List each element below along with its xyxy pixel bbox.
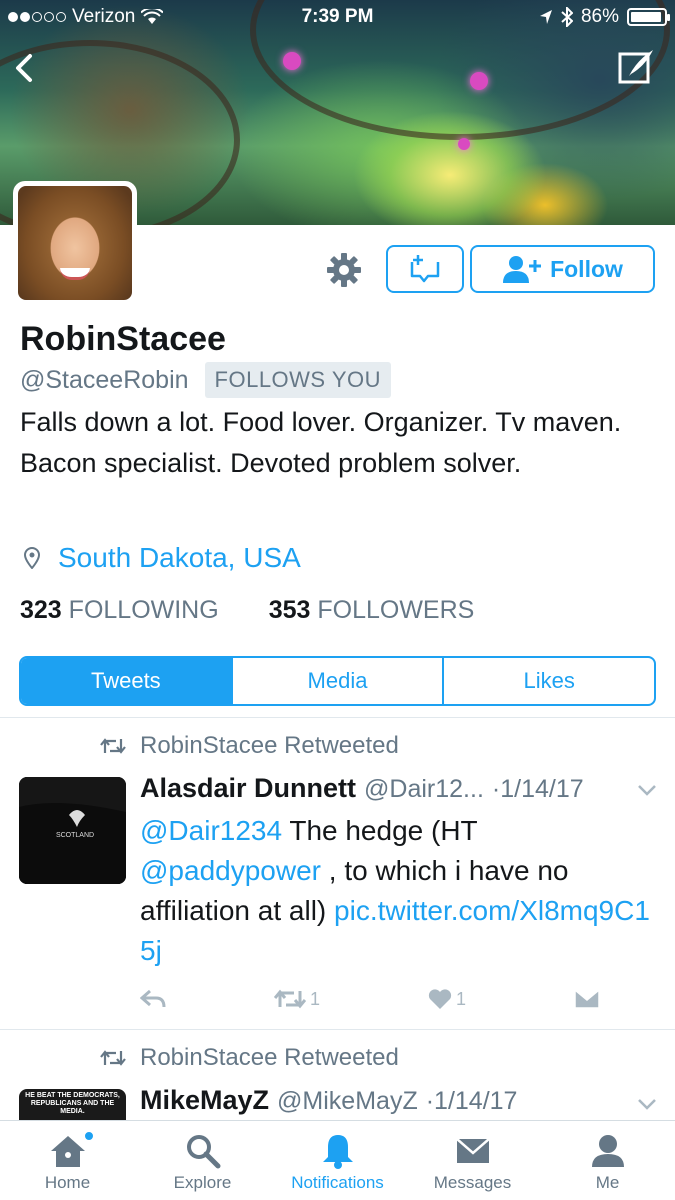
follow-button[interactable]: Follow xyxy=(470,245,655,293)
retweet-icon xyxy=(273,989,306,1009)
chevron-down-icon[interactable] xyxy=(637,1098,657,1110)
follow-button-label: Follow xyxy=(550,255,623,282)
scotland-crest-icon: SCOTLAND xyxy=(19,777,126,884)
status-bar: Verizon 7:39 PM 86% xyxy=(0,0,675,34)
bottom-tab-bar: Home Explore Notifications Messages Me xyxy=(0,1120,675,1200)
chevron-down-icon[interactable] xyxy=(637,784,657,796)
tabbar-home-label: Home xyxy=(44,1173,91,1192)
tabbar-home[interactable]: Home xyxy=(0,1121,135,1200)
banner-decoration xyxy=(283,52,301,70)
tabbar-notifications-label: Notifications xyxy=(291,1173,384,1192)
followers-label: FOLLOWERS xyxy=(317,596,475,624)
followers-stat[interactable]: 353 FOLLOWERS xyxy=(269,596,475,625)
add-user-icon xyxy=(503,256,542,283)
tweet[interactable]: RobinStacee Retweeted HE BEAT THE DEMOCR… xyxy=(0,1030,675,1120)
tweet-avatar[interactable]: HE BEAT THE DEMOCRATS, REPUBLICANS AND T… xyxy=(19,1089,126,1120)
tweet-author-handle[interactable]: @Dair12... xyxy=(364,775,484,804)
envelope-icon xyxy=(455,1138,490,1163)
retweet-icon xyxy=(100,1050,126,1066)
user-handle: @StaceeRobin xyxy=(20,365,189,394)
settings-button[interactable] xyxy=(324,250,364,290)
tweet-avatar[interactable]: SCOTLAND xyxy=(19,777,126,884)
location-link[interactable]: South Dakota, USA xyxy=(58,542,301,574)
display-name: RobinStacee xyxy=(20,320,226,358)
location-row: South Dakota, USA xyxy=(24,542,301,574)
direct-message-button[interactable] xyxy=(386,245,464,293)
envelope-icon xyxy=(574,989,600,1009)
tweet-text: @Dair1234 The hedge (HT @paddypower , to… xyxy=(140,811,660,971)
tab-tweets[interactable]: Tweets xyxy=(21,658,231,704)
tabbar-notifications[interactable]: Notifications xyxy=(270,1121,405,1200)
avatar-caption: SCOTLAND xyxy=(56,832,94,839)
bell-icon xyxy=(322,1135,353,1169)
tweet-author-handle[interactable]: @MikeMayZ xyxy=(277,1087,418,1116)
profile-tabs: Tweets Media Likes xyxy=(19,656,656,706)
tabbar-explore[interactable]: Explore xyxy=(135,1121,270,1200)
tweet[interactable]: RobinStacee Retweeted SCOTLAND Alasdair … xyxy=(0,718,675,1029)
tweet-date: ·1/14/17 xyxy=(425,1087,518,1115)
tweet-author-name[interactable]: MikeMayZ xyxy=(140,1085,269,1116)
location-arrow-icon xyxy=(539,10,552,24)
battery-percent: 86% xyxy=(580,6,619,27)
reply-icon xyxy=(140,989,166,1008)
search-icon xyxy=(186,1135,220,1169)
person-icon xyxy=(591,1135,624,1167)
tabbar-messages[interactable]: Messages xyxy=(405,1121,540,1200)
retweeted-by: RobinStacee Retweeted xyxy=(140,1044,399,1071)
followers-count: 353 xyxy=(268,596,311,624)
following-stat[interactable]: 323 FOLLOWING xyxy=(20,596,219,625)
retweet-icon xyxy=(100,738,126,754)
tabbar-me[interactable]: Me xyxy=(540,1121,675,1200)
follow-stats: 323 FOLLOWING 353 FOLLOWERS xyxy=(20,596,474,625)
tabbar-messages-label: Messages xyxy=(433,1173,512,1192)
like-count: 1 xyxy=(455,988,466,1009)
banner-decoration xyxy=(470,72,488,90)
compose-icon xyxy=(618,50,653,84)
battery-icon xyxy=(627,8,670,26)
tweet-actions: 1 1 xyxy=(140,988,600,1010)
back-button[interactable] xyxy=(6,48,42,88)
like-button[interactable]: 1 xyxy=(428,988,466,1010)
retweet-context: RobinStacee Retweeted xyxy=(100,732,399,760)
tweet-author-name[interactable]: Alasdair Dunnett xyxy=(140,773,356,804)
follows-you-badge: FOLLOWS YOU xyxy=(204,362,391,398)
tweet-header: MikeMayZ @MikeMayZ ·1/14/17 xyxy=(140,1085,660,1116)
mention-link[interactable]: @paddypower xyxy=(140,855,321,886)
direct-message-tweet-button[interactable] xyxy=(574,989,600,1009)
retweet-context: RobinStacee Retweeted xyxy=(100,1044,399,1072)
profile-avatar[interactable] xyxy=(13,181,137,305)
tabbar-explore-label: Explore xyxy=(173,1173,232,1192)
message-plus-icon xyxy=(410,255,440,283)
chevron-left-icon xyxy=(16,54,32,82)
following-label: FOLLOWING xyxy=(68,596,219,624)
compose-tweet-button[interactable] xyxy=(617,46,657,86)
home-icon xyxy=(50,1136,85,1167)
tab-media[interactable]: Media xyxy=(230,658,443,704)
banner-decoration xyxy=(458,138,470,150)
notification-dot xyxy=(84,1131,94,1141)
tab-likes[interactable]: Likes xyxy=(442,658,654,704)
following-count: 323 xyxy=(20,596,62,624)
avatar-caption: HE BEAT THE DEMOCRATS, REPUBLICANS AND T… xyxy=(25,1092,120,1115)
retweet-count: 1 xyxy=(309,988,320,1009)
location-pin-icon xyxy=(24,547,40,569)
tabbar-me-label: Me xyxy=(595,1173,620,1192)
retweet-button[interactable]: 1 xyxy=(273,988,320,1010)
gear-icon xyxy=(327,253,361,287)
tweet-date: ·1/14/17 xyxy=(491,775,584,803)
tweet-text-part: The hedge (HT xyxy=(282,815,478,846)
reply-button[interactable] xyxy=(140,989,166,1009)
tweet-header: Alasdair Dunnett @Dair12... ·1/14/17 xyxy=(140,773,660,804)
mention-link[interactable]: @Dair1234 xyxy=(140,815,282,846)
retweeted-by: RobinStacee Retweeted xyxy=(140,732,399,759)
avatar-image xyxy=(18,186,132,300)
heart-icon xyxy=(428,989,452,1009)
bluetooth-icon xyxy=(561,7,573,27)
handle-row: @StaceeRobin FOLLOWS YOU xyxy=(20,362,391,398)
profile-bio: Falls down a lot. Food lover. Organizer.… xyxy=(20,407,622,478)
